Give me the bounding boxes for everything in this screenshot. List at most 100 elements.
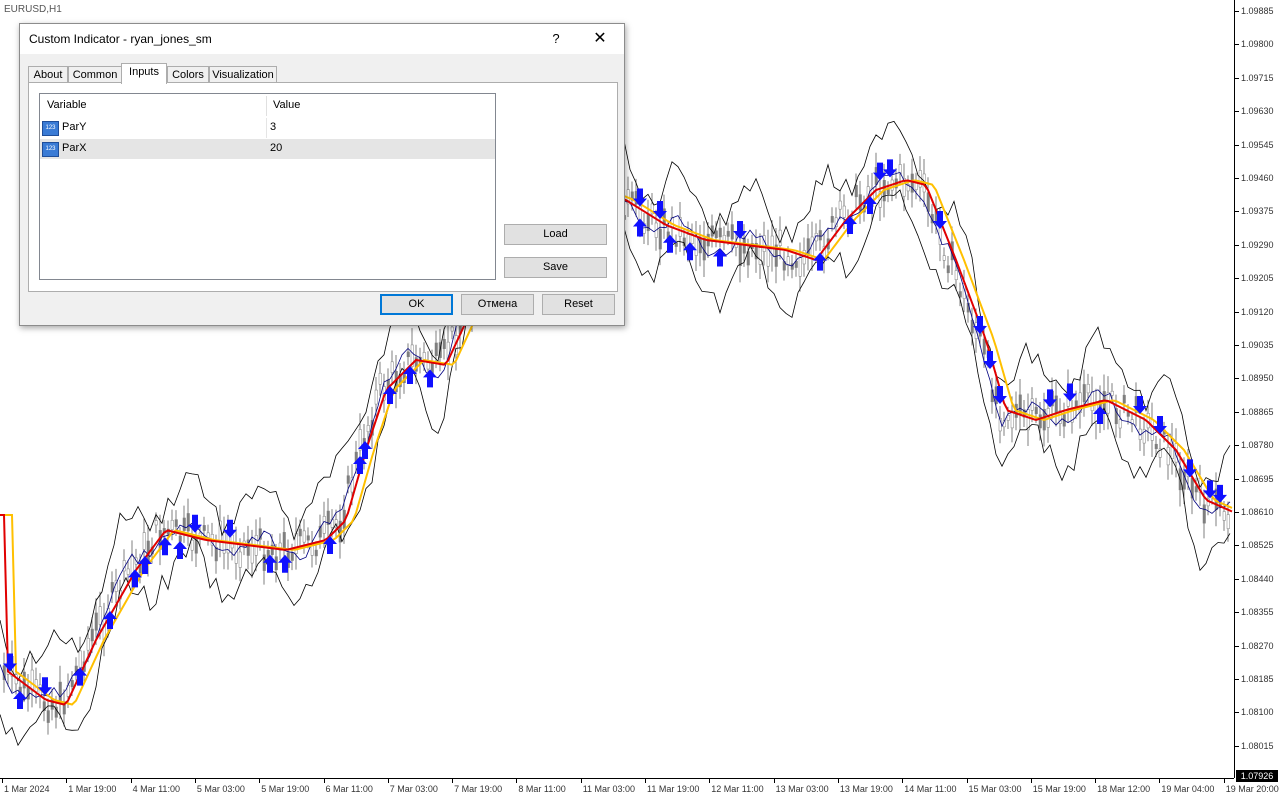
time-tick-label: 8 Mar 11:00 — [518, 784, 566, 794]
time-tick-label: 6 Mar 11:00 — [325, 784, 373, 794]
candle-body — [58, 681, 62, 703]
candle-body — [730, 224, 734, 240]
candle-body — [142, 532, 146, 550]
sell-arrow — [733, 221, 747, 239]
time-tick-label: 13 Mar 19:00 — [839, 784, 893, 794]
tab-label: Colors — [172, 69, 204, 81]
candle-body — [170, 519, 174, 530]
candle-body — [302, 530, 306, 543]
tick-mark — [1235, 679, 1239, 680]
tick-mark — [1235, 411, 1239, 413]
tick-mark — [2, 779, 3, 783]
tick-mark — [1235, 211, 1239, 213]
candle-body — [778, 229, 782, 246]
time-axis[interactable]: 1 Mar 2024 1 Mar 19:00 4 Mar 11:00 5 Mar 03… — [0, 778, 1279, 801]
tab-colors[interactable]: Colors — [167, 66, 209, 83]
column-header-value[interactable]: Value — [273, 94, 300, 116]
tick-mark — [966, 779, 968, 783]
time-tick-label: 15 Mar 03:00 — [968, 784, 1022, 794]
tab-about[interactable]: About — [28, 66, 68, 83]
integer-type-icon: 123 — [42, 121, 59, 136]
tick-mark — [516, 779, 518, 783]
candle-body — [1054, 395, 1058, 413]
candle-body — [694, 236, 698, 256]
time-tick-label: 11 Mar 03:00 — [582, 784, 636, 794]
cell-divider — [266, 118, 267, 138]
integer-type-icon: 123 — [42, 142, 59, 157]
candle-body — [1122, 394, 1126, 404]
help-button[interactable]: ? — [544, 28, 568, 50]
tab-label: Inputs — [129, 66, 159, 78]
tick-mark — [1235, 178, 1239, 179]
candle-body — [78, 650, 82, 668]
variable-name: ParX — [62, 142, 87, 154]
price-tick-label: 1.08525 — [1241, 540, 1274, 551]
candle-body — [1038, 414, 1042, 429]
candle-body — [658, 228, 662, 250]
candle-body — [1090, 391, 1094, 411]
candle-body — [146, 540, 150, 561]
tick-mark — [1235, 478, 1239, 480]
candle-body — [1010, 410, 1014, 429]
price-tick-label: 1.08440 — [1241, 573, 1274, 584]
tick-mark — [1235, 612, 1239, 614]
price-tick-label: 1.09290 — [1241, 239, 1274, 250]
tick-mark — [259, 779, 261, 783]
price-tick-label: 1.08185 — [1241, 674, 1274, 684]
save-button[interactable]: Save — [504, 257, 607, 278]
load-button[interactable]: Load — [504, 224, 607, 245]
candle-body — [954, 270, 958, 280]
candle-body — [126, 568, 130, 575]
tick-mark — [1235, 545, 1239, 547]
candle-body — [202, 525, 206, 531]
table-row[interactable]: 123 ParX 20 — [40, 139, 495, 159]
tick-mark — [387, 779, 389, 783]
tab-inputs[interactable]: Inputs — [121, 63, 167, 84]
price-tick-label: 1.08950 — [1241, 373, 1274, 384]
tick-mark — [1235, 578, 1239, 580]
reset-button[interactable]: Reset — [542, 294, 615, 315]
tick-mark — [1235, 11, 1239, 12]
candle-body — [726, 230, 730, 237]
tab-common[interactable]: Common — [68, 66, 122, 83]
tick-mark — [773, 779, 775, 783]
candle-body — [758, 247, 762, 265]
tab-visualization[interactable]: Visualization — [209, 66, 277, 83]
candle-body — [842, 205, 846, 218]
close-button[interactable]: ✕ — [586, 28, 614, 50]
candle-body — [1106, 392, 1110, 414]
candle-body — [274, 556, 278, 571]
price-axis[interactable]: 1.09885 1.09800 1.09715 1.09630 1.09545 1.094… — [1234, 0, 1280, 778]
column-divider[interactable] — [266, 96, 267, 116]
candle-body — [1086, 383, 1090, 394]
candle-body — [46, 710, 50, 723]
candle-body — [70, 680, 74, 688]
ok-button[interactable]: OK — [380, 294, 453, 315]
tick-mark — [1235, 77, 1239, 79]
tick-mark — [1235, 111, 1239, 113]
time-tick-label: 14 Mar 11:00 — [904, 784, 957, 794]
buy-arrow — [423, 369, 437, 388]
candle-body — [154, 520, 158, 526]
candle-body — [738, 244, 742, 267]
buy-arrow — [713, 248, 727, 267]
candle-body — [1082, 384, 1086, 403]
candle-body — [306, 535, 310, 541]
table-row[interactable]: 123 ParY 3 — [40, 118, 495, 138]
tick-mark — [1235, 345, 1239, 346]
column-header-variable[interactable]: Variable — [47, 94, 87, 116]
variable-value[interactable]: 20 — [270, 142, 282, 154]
variable-value[interactable]: 3 — [270, 121, 276, 133]
tick-mark — [1235, 512, 1239, 513]
tick-mark — [1235, 645, 1239, 647]
tick-mark — [1030, 779, 1032, 783]
tick-mark — [1235, 445, 1239, 447]
tick-mark — [1235, 278, 1239, 280]
candle-body — [378, 372, 382, 385]
cancel-button[interactable]: Отмена — [461, 294, 534, 315]
candle-body — [94, 612, 98, 631]
dialog-titlebar[interactable]: Custom Indicator - ryan_jones_sm ? ✕ — [20, 24, 624, 54]
time-tick-label: 1 Mar 19:00 — [68, 784, 117, 794]
tick-mark — [130, 779, 132, 783]
candle-body — [818, 230, 822, 241]
